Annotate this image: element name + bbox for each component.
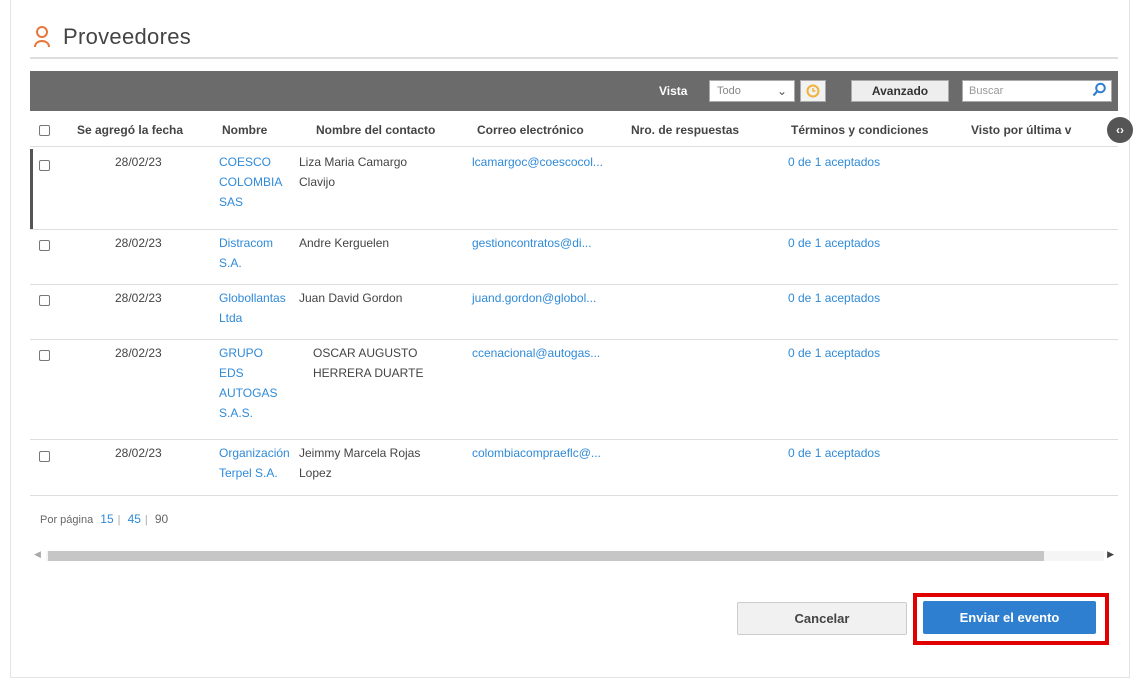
page-title: Proveedores [63, 24, 192, 49]
table-row: 28/02/23 COESCO COLOMBIA SAS Liza Maria Ca… [30, 147, 1118, 230]
table-row: 28/02/23 Distracom S.A. Andre Kerguelen g… [30, 229, 1118, 285]
scroll-left-icon[interactable]: ◀ [34, 549, 41, 560]
contact-name: OSCAR AUGUSTO HERRERA DUARTE [313, 346, 424, 380]
row-checkbox[interactable] [39, 451, 50, 462]
page-size-option-current: 90 [154, 512, 169, 526]
page-size-option[interactable]: 45 [128, 512, 141, 526]
horizontal-scrollbar[interactable]: ◀ ▶ [34, 549, 1114, 563]
row-checkbox[interactable] [39, 350, 50, 361]
page-size-label: Por página [40, 514, 94, 526]
history-clock-button[interactable] [800, 80, 826, 102]
supplier-person-icon [34, 26, 50, 48]
supplier-name-link[interactable]: Distracom S.A. [219, 233, 273, 273]
supplier-name-link[interactable]: Globollantas Ltda [219, 288, 286, 328]
column-responses[interactable]: Nro. de respuestas [631, 123, 739, 137]
scroll-thumb[interactable] [48, 551, 1044, 561]
row-date: 28/02/23 [115, 446, 162, 460]
search-placeholder: Buscar [969, 85, 1004, 97]
row-date: 28/02/23 [115, 346, 162, 360]
email-link[interactable]: colombiacompraeflc@... [472, 443, 601, 463]
search-icon[interactable] [1091, 82, 1107, 98]
scroll-right-icon[interactable]: ▶ [1107, 549, 1114, 560]
advanced-search-button[interactable]: Avanzado [851, 80, 949, 102]
column-name[interactable]: Nombre [222, 123, 267, 137]
row-checkbox[interactable] [39, 160, 50, 171]
contact-name: Liza Maria Camargo Clavijo [299, 155, 408, 189]
vista-label: Vista [659, 84, 688, 98]
supplier-name-link[interactable]: GRUPO EDS AUTOGAS S.A.S. [219, 343, 277, 423]
page-header: Proveedores [33, 22, 191, 52]
contact-name: Andre Kerguelen [299, 236, 390, 250]
page-size-option[interactable]: 15 [100, 512, 113, 526]
page-size-selector: Por página 15 | 45 | 90 [40, 512, 169, 526]
contact-name: Jeimmy Marcela Rojas Lopez [299, 446, 421, 480]
table-header: Se agregó la fecha Nombre Nombre del con… [30, 113, 1118, 147]
column-last-seen[interactable]: Visto por última v [971, 123, 1071, 137]
terms-link[interactable]: 0 de 1 aceptados [788, 288, 880, 308]
email-link[interactable]: gestioncontratos@di... [472, 233, 592, 253]
email-link[interactable]: juand.gordon@globol... [472, 288, 596, 308]
terms-link[interactable]: 0 de 1 aceptados [788, 443, 880, 463]
column-contact[interactable]: Nombre del contacto [316, 123, 435, 137]
row-date: 28/02/23 [115, 291, 162, 305]
clock-icon [806, 84, 820, 98]
column-terms[interactable]: Términos y condiciones [791, 123, 928, 137]
row-checkbox[interactable] [39, 295, 50, 306]
table-row: 28/02/23 Globollantas Ltda Juan David Gor… [30, 284, 1118, 340]
column-scroll-button[interactable]: ‹› [1107, 117, 1133, 143]
row-date: 28/02/23 [115, 155, 162, 169]
search-input[interactable]: Buscar [962, 80, 1112, 102]
row-checkbox[interactable] [39, 240, 50, 251]
table-row: 28/02/23 GRUPO EDS AUTOGAS S.A.S. OSCAR AUG… [30, 339, 1118, 440]
contact-name: Juan David Gordon [299, 291, 403, 305]
supplier-name-link[interactable]: Organización Terpel S.A. [219, 443, 290, 483]
terms-link[interactable]: 0 de 1 aceptados [788, 152, 880, 172]
cancel-button[interactable]: Cancelar [737, 602, 907, 635]
vista-select[interactable]: Todo ⌄ [709, 80, 795, 102]
table-row: 28/02/23 Organización Terpel S.A. Jeimmy … [30, 439, 1118, 496]
send-event-button[interactable]: Enviar el evento [923, 601, 1096, 634]
table-toolbar: Vista Todo ⌄ Avanzado Buscar [30, 71, 1118, 111]
supplier-name-link[interactable]: COESCO COLOMBIA SAS [219, 152, 282, 212]
column-email[interactable]: Correo electrónico [477, 123, 584, 137]
row-date: 28/02/23 [115, 236, 162, 250]
terms-link[interactable]: 0 de 1 aceptados [788, 343, 880, 363]
vista-select-value: Todo [717, 85, 741, 97]
email-link[interactable]: ccenacional@autogas... [472, 343, 600, 363]
terms-link[interactable]: 0 de 1 aceptados [788, 233, 880, 253]
select-all-checkbox[interactable] [39, 125, 50, 136]
title-divider [30, 57, 1118, 59]
column-date[interactable]: Se agregó la fecha [77, 123, 183, 137]
email-link[interactable]: lcamargoc@coescocol... [472, 152, 603, 172]
chevron-down-icon: ⌄ [776, 84, 787, 98]
